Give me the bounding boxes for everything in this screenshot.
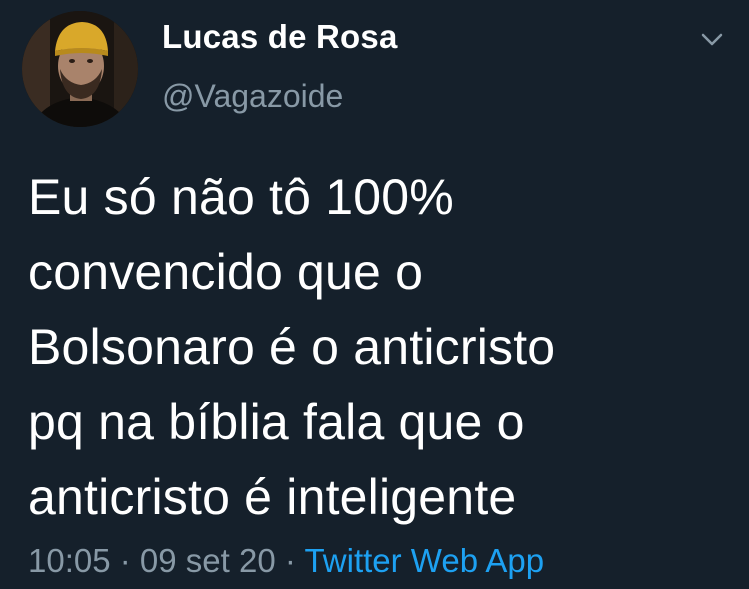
tweet-source-link[interactable]: Twitter Web App [304, 542, 544, 579]
avatar-image [22, 11, 138, 127]
meta-separator: · [110, 542, 140, 579]
tweet-date[interactable]: 09 set 20 [140, 542, 276, 579]
avatar[interactable] [22, 11, 138, 127]
meta-separator: · [275, 542, 305, 579]
tweet-meta: 10:05 · 09 set 20 · Twitter Web App [28, 542, 544, 580]
tweet-text: Eu só não tô 100% convencido que o Bolso… [28, 169, 556, 525]
display-name[interactable]: Lucas de Rosa [162, 18, 398, 56]
tweet-card: Lucas de Rosa @Vagazoide Eu só não tô 10… [0, 0, 749, 589]
user-handle[interactable]: @Vagazoide [162, 78, 343, 115]
chevron-down-icon[interactable] [697, 28, 727, 52]
tweet-time[interactable]: 10:05 [28, 542, 111, 579]
